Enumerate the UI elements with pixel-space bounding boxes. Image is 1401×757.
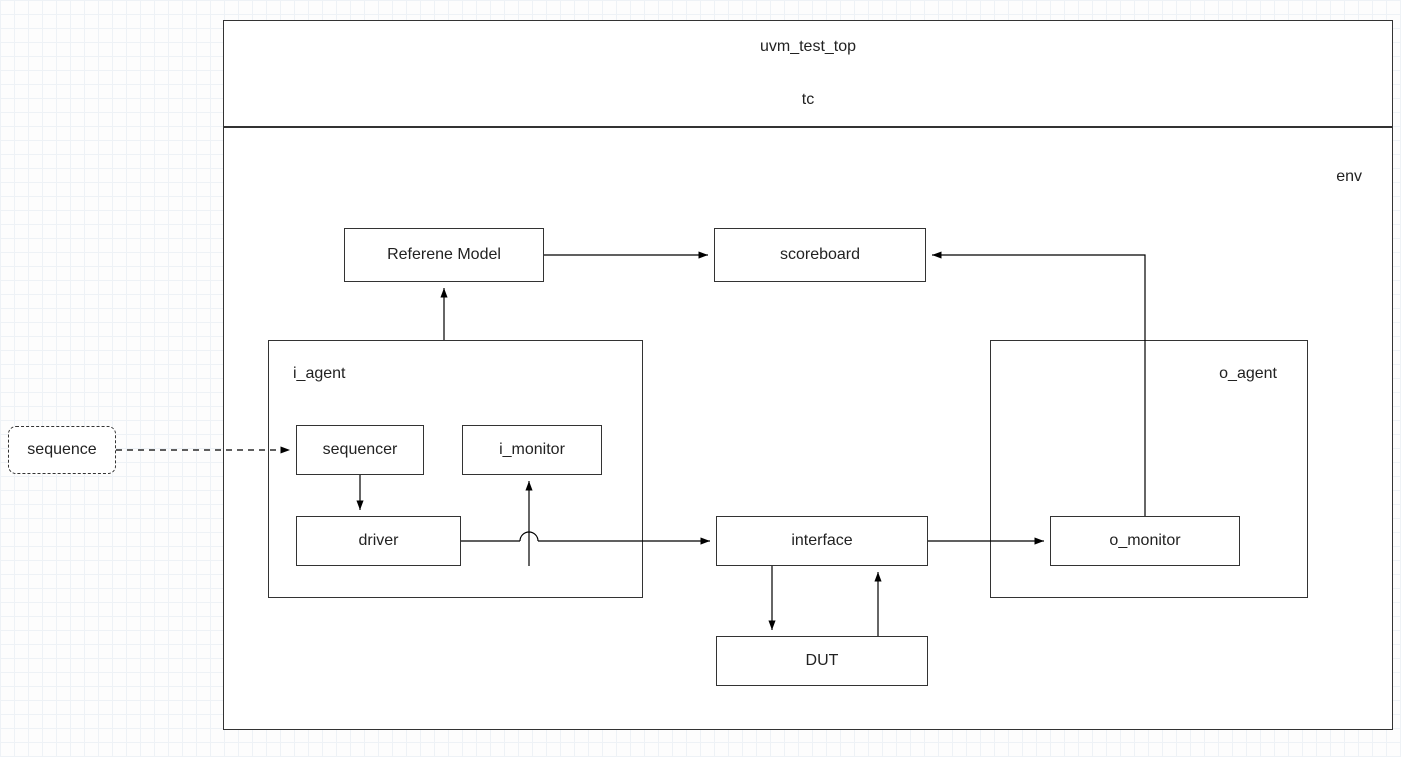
i-agent-label: i_agent	[293, 365, 346, 383]
uvm-test-top-header: uvm_test_top	[223, 20, 1393, 74]
reference-model-box: Referene Model	[344, 228, 544, 282]
sequence-label: sequence	[27, 441, 96, 459]
uvm-test-top-label: uvm_test_top	[224, 21, 1392, 73]
tc-label: tc	[224, 73, 1392, 126]
env-label: env	[1336, 168, 1362, 186]
sequencer-label: sequencer	[323, 441, 398, 459]
scoreboard-label: scoreboard	[780, 246, 860, 264]
o-monitor-box: o_monitor	[1050, 516, 1240, 566]
interface-label: interface	[791, 532, 852, 550]
o-monitor-label: o_monitor	[1109, 532, 1180, 550]
driver-box: driver	[296, 516, 461, 566]
sequencer-box: sequencer	[296, 425, 424, 475]
sequence-box: sequence	[8, 426, 116, 474]
diagram-stage: sequence uvm_test_top tc env Referene Mo…	[0, 0, 1401, 757]
i-monitor-label: i_monitor	[499, 441, 565, 459]
o-agent-label: o_agent	[1219, 365, 1277, 383]
tc-header: tc	[223, 73, 1393, 127]
interface-box: interface	[716, 516, 928, 566]
scoreboard-box: scoreboard	[714, 228, 926, 282]
dut-box: DUT	[716, 636, 928, 686]
dut-label: DUT	[806, 652, 839, 670]
driver-label: driver	[358, 532, 398, 550]
reference-model-label: Referene Model	[387, 246, 501, 264]
i-monitor-box: i_monitor	[462, 425, 602, 475]
